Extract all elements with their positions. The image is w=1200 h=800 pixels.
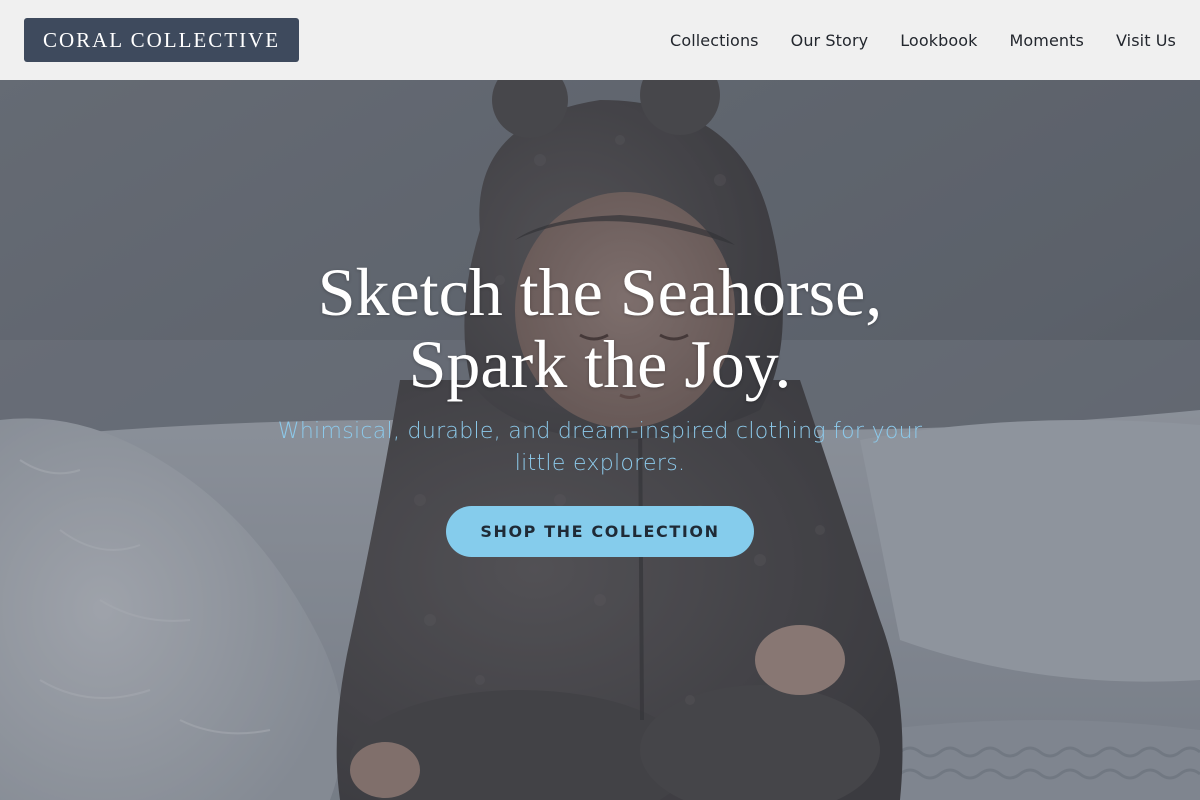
- hero-section: Sketch the Seahorse, Spark the Joy. Whim…: [0, 80, 1200, 800]
- nav-item-lookbook[interactable]: Lookbook: [900, 31, 977, 50]
- hero-title-line-2: Spark the Joy.: [408, 326, 792, 402]
- hero-subtitle: Whimsical, durable, and dream-inspired c…: [277, 419, 923, 476]
- brand-logo[interactable]: CORAL COLLECTIVE: [24, 18, 299, 62]
- hero-content: Sketch the Seahorse, Spark the Joy. Whim…: [0, 80, 1200, 800]
- nav-item-visit-us[interactable]: Visit Us: [1116, 31, 1176, 50]
- site-header: CORAL COLLECTIVE Collections Our Story L…: [0, 0, 1200, 80]
- shop-collection-button[interactable]: SHOP THE COLLECTION: [446, 506, 754, 557]
- landing-page: CORAL COLLECTIVE Collections Our Story L…: [0, 0, 1200, 800]
- main-nav: Collections Our Story Lookbook Moments V…: [670, 0, 1176, 80]
- nav-item-our-story[interactable]: Our Story: [791, 31, 869, 50]
- hero-title-line-1: Sketch the Seahorse,: [317, 254, 883, 330]
- nav-item-collections[interactable]: Collections: [670, 31, 759, 50]
- hero-title: Sketch the Seahorse, Spark the Joy.: [150, 256, 1050, 400]
- nav-item-moments[interactable]: Moments: [1009, 31, 1083, 50]
